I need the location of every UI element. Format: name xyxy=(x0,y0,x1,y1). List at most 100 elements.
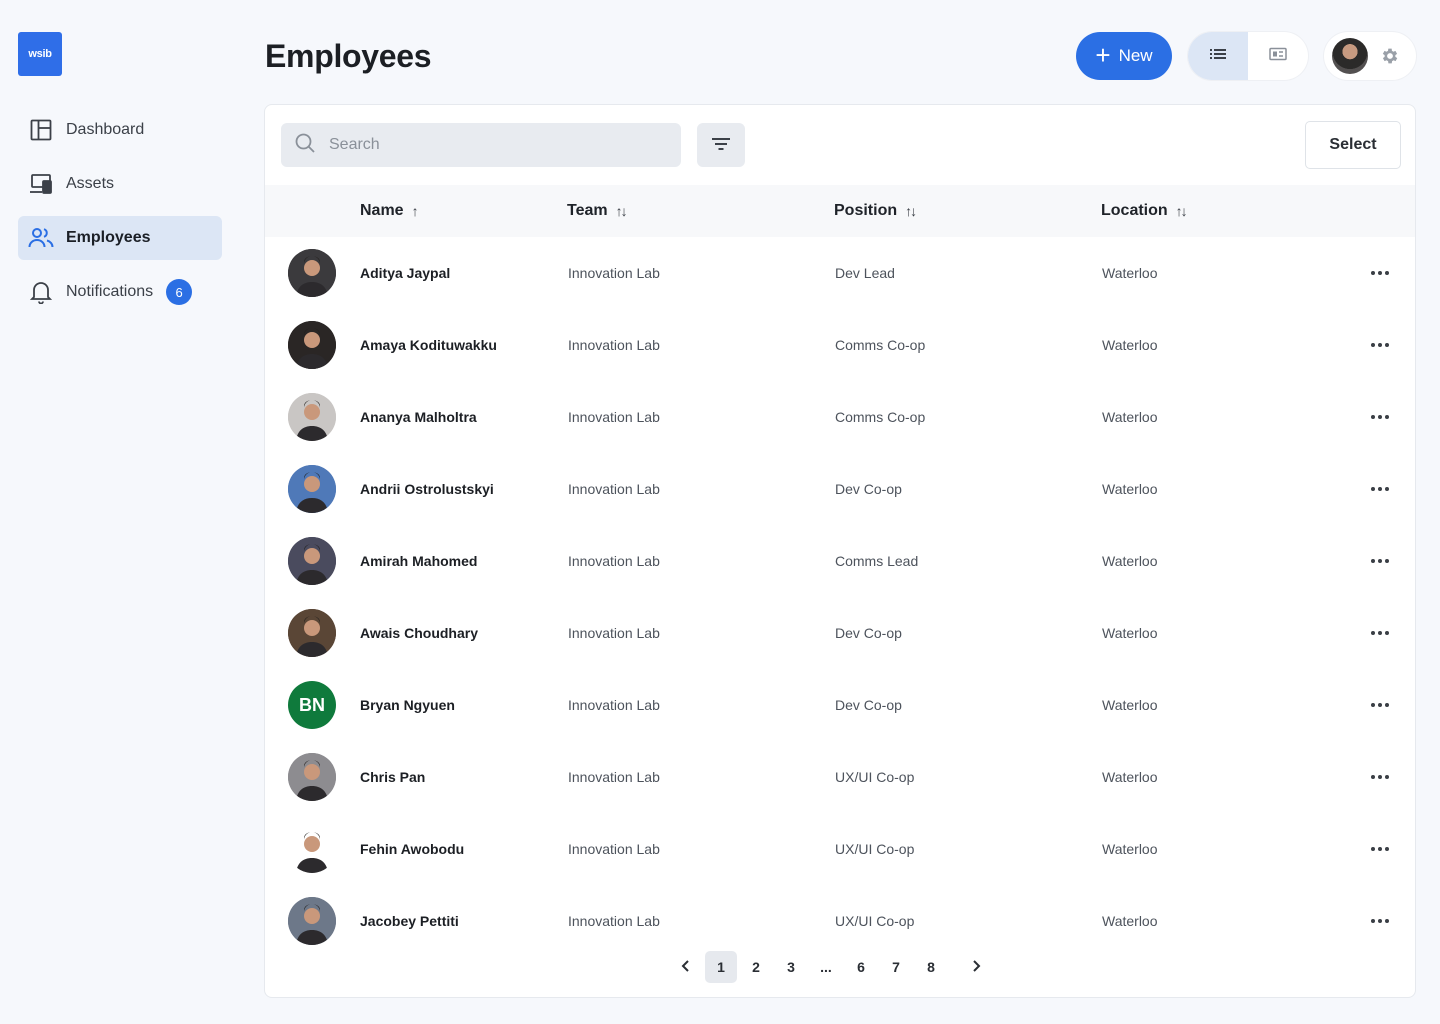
employee-name[interactable]: Chris Pan xyxy=(360,741,425,813)
table-header: Name ↑ Team ↑↓ Position ↑↓ Location ↑↓ xyxy=(265,185,1415,237)
employee-name[interactable]: Aditya Jaypal xyxy=(360,237,450,309)
search-bar[interactable] xyxy=(281,123,681,167)
page-button[interactable]: 3 xyxy=(775,951,807,983)
card-view-icon xyxy=(1269,47,1287,66)
table-row[interactable]: Awais Choudhary Innovation Lab Dev Co-op… xyxy=(265,597,1415,669)
table-row[interactable]: Fehin Awobodu Innovation Lab UX/UI Co-op… xyxy=(265,813,1415,885)
wsib-logo[interactable]: wsib xyxy=(18,32,62,76)
avatar[interactable] xyxy=(288,753,336,801)
employee-position: Dev Co-op xyxy=(835,625,902,641)
page-title: Employees xyxy=(265,38,432,74)
employee-name[interactable]: Amaya Kodituwakku xyxy=(360,309,497,381)
sidebar-item-label: Employees xyxy=(66,229,151,246)
more-options-icon[interactable] xyxy=(1365,407,1395,427)
sidebar-item-assets[interactable]: Assets xyxy=(18,162,222,206)
person-photo-icon xyxy=(288,465,336,513)
employee-location: Waterloo xyxy=(1102,481,1158,497)
search-input[interactable] xyxy=(329,136,649,154)
table-row[interactable]: Andrii Ostrolustskyi Innovation Lab Dev … xyxy=(265,453,1415,525)
page-button[interactable]: 8 xyxy=(915,951,947,983)
person-photo-icon xyxy=(288,249,336,297)
employee-team: Innovation Lab xyxy=(568,265,660,281)
pagination-ellipsis: ... xyxy=(820,959,832,975)
more-options-icon[interactable] xyxy=(1365,623,1395,643)
sidebar-item-dashboard[interactable]: Dashboard xyxy=(18,108,222,152)
user-avatar[interactable] xyxy=(1332,38,1368,74)
more-options-icon[interactable] xyxy=(1365,839,1395,859)
employee-name[interactable]: Amirah Mahomed xyxy=(360,525,477,597)
employee-name[interactable]: Jacobey Pettiti xyxy=(360,885,459,957)
avatar[interactable]: BN xyxy=(288,681,336,729)
employee-name[interactable]: Fehin Awobodu xyxy=(360,813,464,885)
employee-team: Innovation Lab xyxy=(568,913,660,929)
employee-location: Waterloo xyxy=(1102,625,1158,641)
more-options-icon[interactable] xyxy=(1365,551,1395,571)
column-header-location[interactable]: Location ↑↓ xyxy=(1101,185,1188,237)
dashboard-icon xyxy=(28,117,54,143)
sidebar-item-notifications[interactable]: Notifications 6 xyxy=(18,270,222,314)
employee-position: UX/UI Co-op xyxy=(835,841,915,857)
table-row[interactable]: Aditya Jaypal Innovation Lab Dev Lead Wa… xyxy=(265,237,1415,309)
avatar[interactable] xyxy=(288,897,336,945)
avatar[interactable] xyxy=(288,825,336,873)
more-options-icon[interactable] xyxy=(1365,767,1395,787)
employee-name[interactable]: Awais Choudhary xyxy=(360,597,478,669)
employee-position: Comms Co-op xyxy=(835,337,926,353)
avatar[interactable] xyxy=(288,393,336,441)
sidebar-item-employees[interactable]: Employees xyxy=(18,216,222,260)
filter-button[interactable] xyxy=(697,123,745,167)
page-button[interactable]: 6 xyxy=(845,951,877,983)
next-page-button[interactable] xyxy=(960,951,992,983)
more-options-icon[interactable] xyxy=(1365,911,1395,931)
people-icon xyxy=(28,225,54,251)
previous-page-button[interactable] xyxy=(670,951,702,983)
notification-count-badge: 6 xyxy=(166,279,193,305)
avatar[interactable] xyxy=(288,609,336,657)
page-button[interactable]: 2 xyxy=(740,951,772,983)
person-photo-icon xyxy=(288,609,336,657)
person-photo-icon xyxy=(288,393,336,441)
employee-location: Waterloo xyxy=(1102,697,1158,713)
employee-team: Innovation Lab xyxy=(568,409,660,425)
column-header-position[interactable]: Position ↑↓ xyxy=(834,185,917,237)
employee-team: Innovation Lab xyxy=(568,841,660,857)
new-employee-button[interactable]: + New xyxy=(1076,32,1172,80)
column-header-name[interactable]: Name ↑ xyxy=(360,185,419,237)
sidebar-item-label: Dashboard xyxy=(66,121,145,138)
more-options-icon[interactable] xyxy=(1365,479,1395,499)
grid-view-button[interactable] xyxy=(1248,32,1308,80)
table-row[interactable]: Amaya Kodituwakku Innovation Lab Comms C… xyxy=(265,309,1415,381)
list-view-button[interactable] xyxy=(1188,32,1248,80)
employee-name[interactable]: Andrii Ostrolustskyi xyxy=(360,453,494,525)
table-row[interactable]: Chris Pan Innovation Lab UX/UI Co-op Wat… xyxy=(265,741,1415,813)
avatar[interactable] xyxy=(288,465,336,513)
employee-name[interactable]: Ananya Malholtra xyxy=(360,381,477,453)
table-body: Aditya Jaypal Innovation Lab Dev Lead Wa… xyxy=(265,237,1415,957)
more-options-icon[interactable] xyxy=(1365,263,1395,283)
page-button[interactable]: 7 xyxy=(880,951,912,983)
sort-icon: ↑↓ xyxy=(1175,203,1188,219)
sidebar-nav: Dashboard Assets Employees Notifications… xyxy=(18,108,222,324)
avatar[interactable] xyxy=(288,537,336,585)
more-options-icon[interactable] xyxy=(1365,335,1395,355)
table-row[interactable]: Ananya Malholtra Innovation Lab Comms Co… xyxy=(265,381,1415,453)
table-row[interactable]: Jacobey Pettiti Innovation Lab UX/UI Co-… xyxy=(265,885,1415,957)
employee-location: Waterloo xyxy=(1102,337,1158,353)
select-button[interactable]: Select xyxy=(1305,121,1401,169)
user-menu[interactable] xyxy=(1324,32,1416,80)
avatar[interactable] xyxy=(288,321,336,369)
column-header-team[interactable]: Team ↑↓ xyxy=(567,185,628,237)
table-row[interactable]: BN Bryan Ngyuen Innovation Lab Dev Co-op… xyxy=(265,669,1415,741)
avatar-initials: BN xyxy=(299,694,325,715)
sidebar-item-label: Assets xyxy=(66,175,115,192)
view-toggle xyxy=(1188,32,1308,80)
more-options-icon[interactable] xyxy=(1365,695,1395,715)
employee-name[interactable]: Bryan Ngyuen xyxy=(360,669,455,741)
page-button[interactable]: 1 xyxy=(705,951,737,983)
person-photo-icon xyxy=(288,753,336,801)
gear-icon[interactable] xyxy=(1380,46,1400,66)
sort-icon: ↑↓ xyxy=(905,203,917,219)
employee-location: Waterloo xyxy=(1102,265,1158,281)
avatar[interactable] xyxy=(288,249,336,297)
table-row[interactable]: Amirah Mahomed Innovation Lab Comms Lead… xyxy=(265,525,1415,597)
